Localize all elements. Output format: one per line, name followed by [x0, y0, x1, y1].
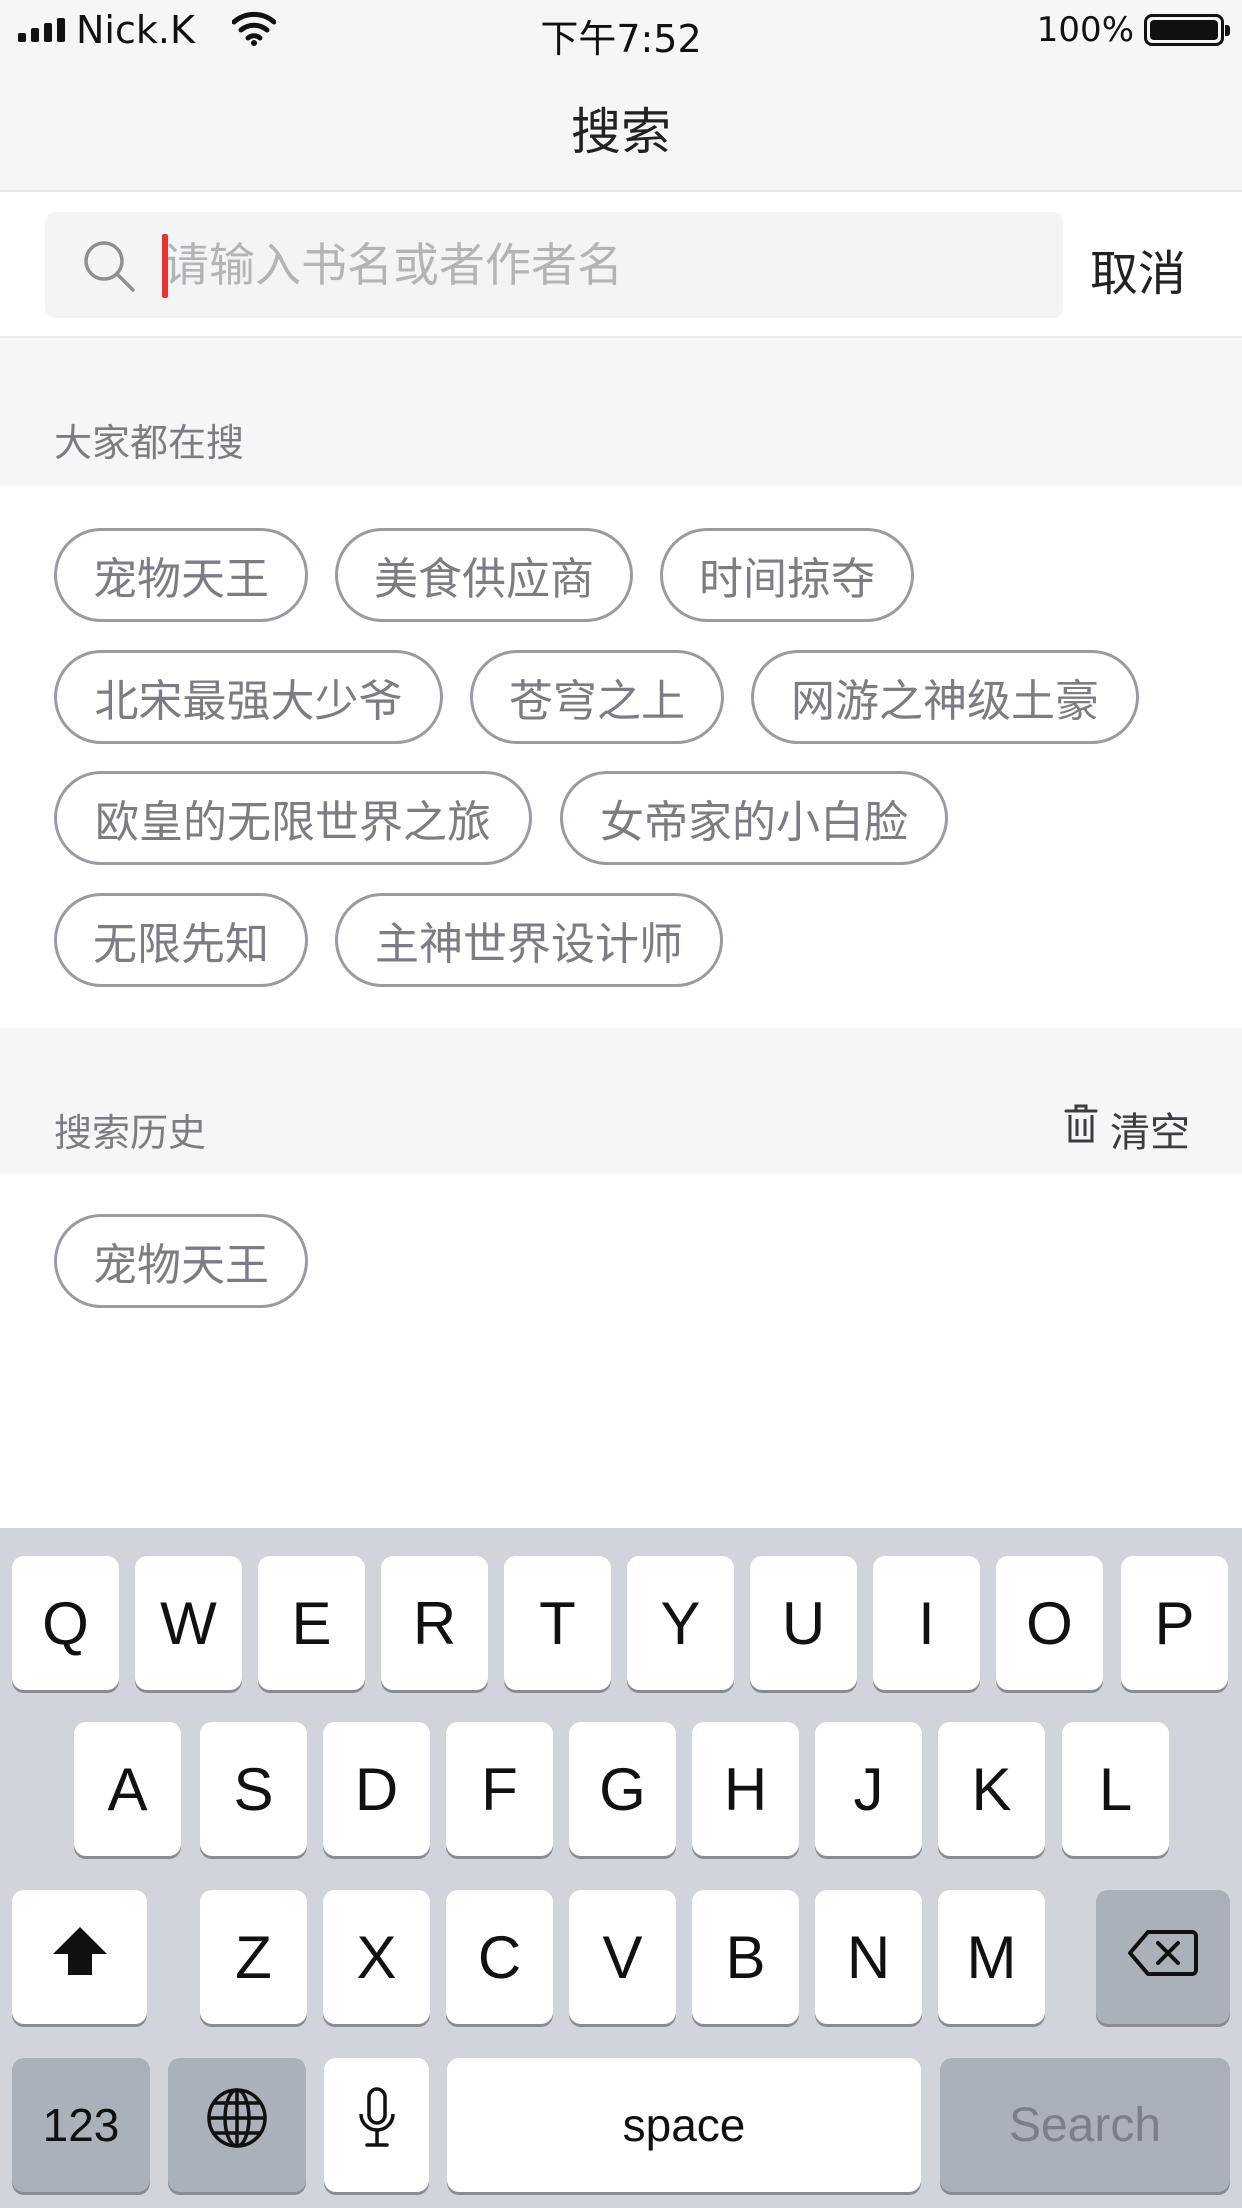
popular-tag[interactable]: 苍穹之上	[470, 650, 724, 744]
key-j[interactable]: J	[815, 1722, 922, 1856]
search-key[interactable]: Search	[940, 2058, 1230, 2192]
key-e[interactable]: E	[258, 1556, 365, 1690]
search-icon	[81, 238, 137, 298]
key-h[interactable]: H	[692, 1722, 799, 1856]
key-a[interactable]: A	[74, 1722, 181, 1856]
key-m[interactable]: M	[938, 1890, 1045, 2024]
popular-searches-title: 大家都在搜	[54, 421, 245, 465]
key-i[interactable]: I	[873, 1556, 980, 1690]
shift-key[interactable]	[12, 1890, 147, 2024]
globe-key[interactable]	[168, 2058, 306, 2192]
popular-tag[interactable]: 无限先知	[54, 893, 308, 987]
key-z[interactable]: Z	[200, 1890, 307, 2024]
search-box[interactable]	[45, 212, 1063, 318]
key-l[interactable]: L	[1062, 1722, 1169, 1856]
search-input[interactable]	[163, 226, 1033, 304]
popular-tag[interactable]: 时间掠夺	[660, 528, 914, 622]
battery-percent: 100%	[1036, 10, 1134, 50]
key-p[interactable]: P	[1121, 1556, 1228, 1690]
history-tag[interactable]: 宠物天王	[54, 1214, 308, 1308]
key-k[interactable]: K	[938, 1722, 1045, 1856]
key-w[interactable]: W	[135, 1556, 242, 1690]
delete-key[interactable]	[1096, 1890, 1230, 2024]
battery-icon	[1144, 14, 1230, 46]
key-n[interactable]: N	[815, 1890, 922, 2024]
key-y[interactable]: Y	[627, 1556, 734, 1690]
numbers-key[interactable]: 123	[12, 2058, 150, 2192]
popular-tag[interactable]: 北宋最强大少爷	[54, 650, 443, 744]
popular-tag[interactable]: 欧皇的无限世界之旅	[54, 771, 532, 865]
clear-history-label: 清空	[1110, 1110, 1190, 1156]
cancel-button[interactable]: 取消	[1090, 234, 1186, 304]
popular-tag[interactable]: 宠物天王	[54, 528, 308, 622]
key-g[interactable]: G	[569, 1722, 676, 1856]
key-q[interactable]: Q	[12, 1556, 119, 1690]
key-u[interactable]: U	[750, 1556, 857, 1690]
search-history-header: 搜索历史 清空	[0, 1028, 1242, 1174]
trash-icon	[1064, 1103, 1098, 1155]
popular-tag[interactable]: 美食供应商	[335, 528, 633, 622]
microphone-key[interactable]	[324, 2058, 429, 2192]
popular-searches-header: 大家都在搜	[0, 338, 1242, 486]
popular-searches-list: 宠物天王 美食供应商 时间掠夺 北宋最强大少爷 苍穹之上 网游之神级土豪 欧皇的…	[0, 486, 1242, 1028]
page-title: 搜索	[571, 103, 671, 161]
key-d[interactable]: D	[323, 1722, 430, 1856]
key-b[interactable]: B	[692, 1890, 799, 2024]
key-c[interactable]: C	[446, 1890, 553, 2024]
key-o[interactable]: O	[996, 1556, 1103, 1690]
text-cursor	[162, 234, 168, 298]
search-history-list: 宠物天王	[0, 1174, 1242, 1528]
key-r[interactable]: R	[381, 1556, 488, 1690]
key-f[interactable]: F	[446, 1722, 553, 1856]
search-history-title: 搜索历史	[54, 1111, 207, 1155]
backspace-icon	[1128, 1923, 1198, 1992]
microphone-icon	[357, 2086, 397, 2164]
search-bar-area: 取消	[0, 192, 1242, 338]
globe-icon	[206, 2087, 268, 2163]
shift-icon	[50, 1923, 110, 1992]
status-bar: Nick.K 下午7:52 100%	[0, 0, 1242, 62]
key-s[interactable]: S	[200, 1722, 307, 1856]
key-t[interactable]: T	[504, 1556, 611, 1690]
space-key[interactable]: space	[447, 2058, 921, 2192]
popular-tag[interactable]: 女帝家的小白脸	[560, 771, 948, 865]
key-x[interactable]: X	[323, 1890, 430, 2024]
popular-tag[interactable]: 网游之神级土豪	[751, 650, 1139, 744]
popular-tag[interactable]: 主神世界设计师	[335, 893, 723, 987]
key-v[interactable]: V	[569, 1890, 676, 2024]
keyboard: Q W E R T Y U I O P A S D F G H J K L Z …	[0, 1528, 1242, 2208]
clear-history-button[interactable]: 清空	[1064, 1100, 1190, 1158]
navigation-bar: 搜索	[0, 62, 1242, 192]
